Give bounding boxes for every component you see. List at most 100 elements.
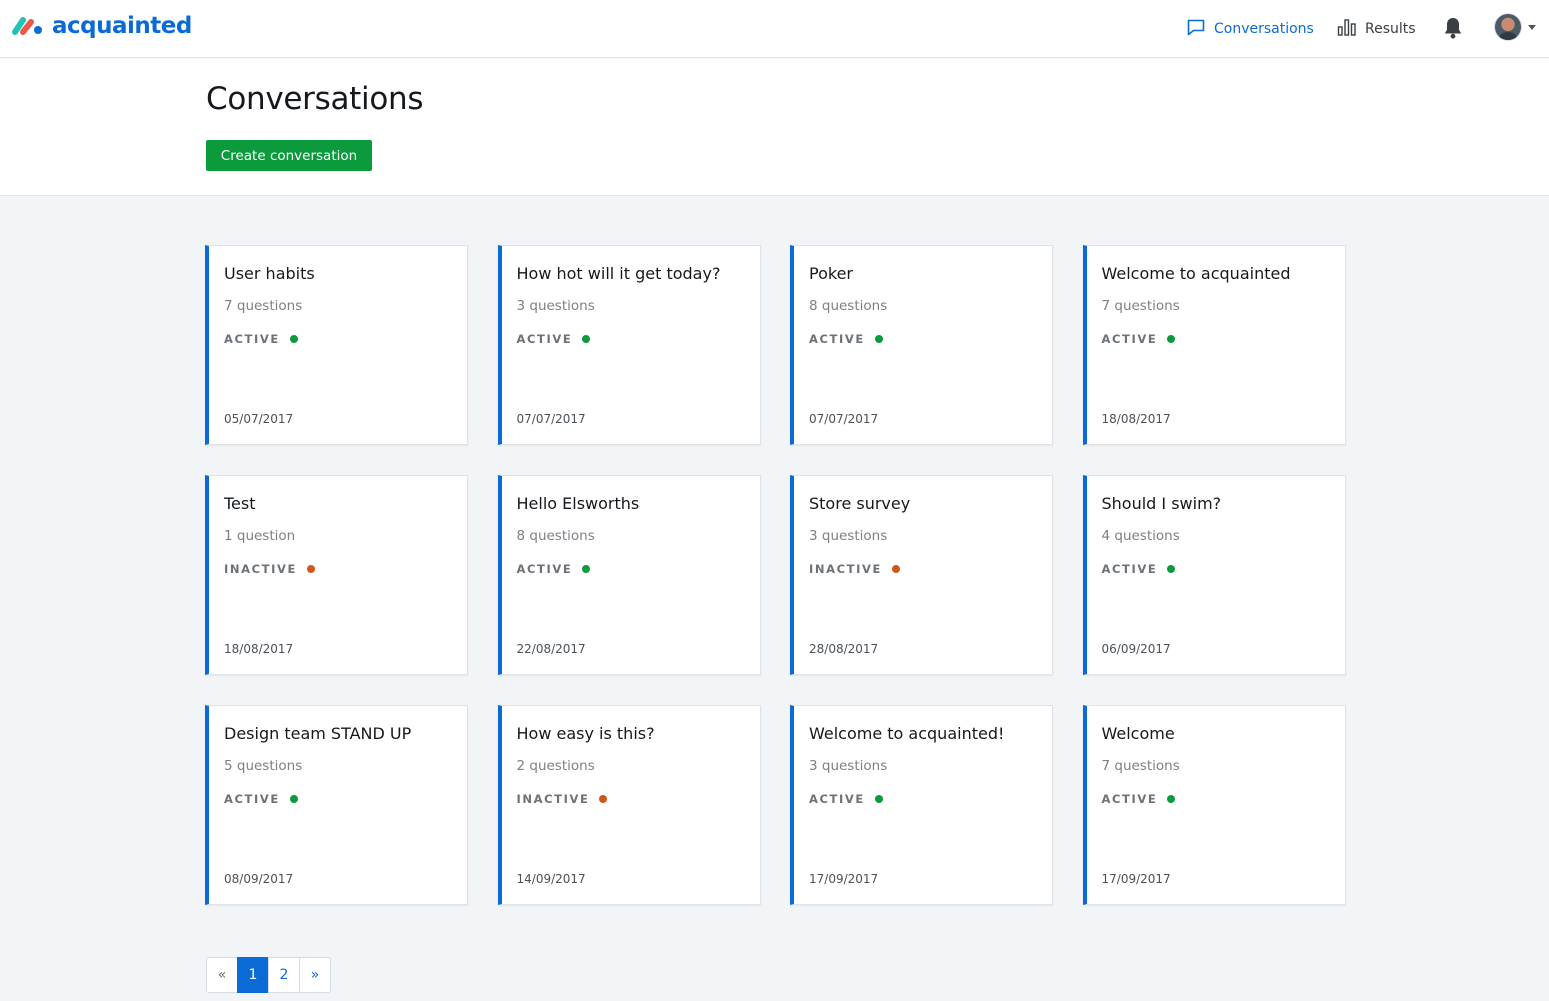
card-title: Welcome to acquainted [1101,264,1291,283]
status-dot-icon [289,335,298,343]
avatar [1494,13,1522,41]
card-date: 18/08/2017 [224,642,294,656]
conversation-card[interactable]: Store survey 3 questions INACTIVE 28/08/201… [790,475,1053,675]
status-dot-icon [582,565,591,573]
pagination-next-button[interactable]: » [299,957,331,993]
status-badge: ACTIVE [517,562,591,576]
card-question-count: 3 questions [516,298,595,314]
card-question-count: 2 questions [516,758,595,774]
nav-conversations[interactable]: Conversations [1186,17,1314,41]
card-date: 14/09/2017 [516,872,586,886]
card-date: 06/09/2017 [1101,642,1171,656]
status-label: INACTIVE [809,562,882,576]
status-label: INACTIVE [516,792,590,806]
status-badge: ACTIVE [517,332,591,346]
card-date: 07/07/2017 [516,412,586,426]
status-badge: INACTIVE [224,562,315,576]
status-badge: ACTIVE [809,792,883,806]
caret-down-icon [1528,24,1536,30]
status-label: INACTIVE [224,562,297,576]
conversation-card[interactable]: Welcome to acquainted 7 questions ACTIVE 18… [1082,245,1346,445]
status-dot-icon [874,795,883,803]
card-title: Test [224,494,256,513]
page-title: Conversations [206,81,424,117]
card-title: How hot will it get today? [516,264,721,283]
card-title: How easy is this? [516,724,655,743]
status-dot-icon [891,565,900,573]
status-badge: ACTIVE [809,332,883,346]
status-label: ACTIVE [1101,792,1158,806]
card-question-count: 7 questions [224,298,303,314]
status-dot-icon [874,335,883,343]
status-label: ACTIVE [224,792,280,806]
status-dot-icon [289,795,298,803]
card-title: Welcome to acquainted! [809,724,1005,743]
card-question-count: 8 questions [516,528,595,544]
card-date: 07/07/2017 [809,412,879,426]
logo-wordmark: acquainted [52,13,192,39]
card-title: Hello Elsworths [516,494,640,513]
card-date: 28/08/2017 [809,642,879,656]
conversation-card[interactable]: Poker 8 questions ACTIVE 07/07/2017 [790,245,1053,445]
status-label: ACTIVE [809,792,865,806]
status-badge: ACTIVE [1102,332,1176,346]
status-dot-icon [306,565,315,573]
status-badge: INACTIVE [809,562,900,576]
status-dot-icon [599,795,608,803]
create-conversation-button[interactable]: Create conversation [206,140,372,171]
status-badge: ACTIVE [1102,792,1176,806]
status-dot-icon [1167,335,1176,343]
status-label: ACTIVE [1101,562,1158,576]
conversation-card[interactable]: Test 1 question INACTIVE 18/08/2017 [205,475,468,675]
card-title: Design team STAND UP [224,724,412,743]
pagination: «1 2» [206,957,331,993]
nav-conversations-label: Conversations [1214,21,1314,37]
conversation-card[interactable]: Welcome 7 questions ACTIVE 17/09/2017 [1082,705,1346,905]
conversation-card[interactable]: How easy is this? 2 questions INACTIVE 14/0… [497,705,761,905]
status-label: ACTIVE [1101,332,1158,346]
card-question-count: 3 questions [809,528,888,544]
nav-results[interactable]: Results [1337,17,1416,41]
conversation-card[interactable]: User habits 7 questions ACTIVE 05/07/2017 [205,245,468,445]
status-label: ACTIVE [516,332,573,346]
card-question-count: 4 questions [1101,528,1180,544]
logo-mark-icon [10,14,46,38]
user-menu[interactable] [1494,13,1536,41]
status-label: ACTIVE [224,332,280,346]
pagination-page-1[interactable]: 1 [237,957,269,993]
status-dot-icon [1167,565,1176,573]
pagination-prev-button[interactable]: « [206,957,238,993]
card-date: 22/08/2017 [516,642,586,656]
conversation-card[interactable]: Should I swim? 4 questions ACTIVE 06/09/201… [1082,475,1346,675]
card-question-count: 5 questions [224,758,303,774]
bar-chart-icon [1337,17,1357,41]
status-label: ACTIVE [809,332,865,346]
conversation-card[interactable]: How hot will it get today? 3 questions ACT… [497,245,761,445]
conversation-card[interactable]: Welcome to acquainted! 3 questions ACTIVE 1… [790,705,1053,905]
status-badge: ACTIVE [224,792,298,806]
status-badge: ACTIVE [1102,562,1176,576]
card-title: Poker [809,264,853,283]
logo-link[interactable]: acquainted [10,10,192,42]
bell-icon[interactable] [1442,16,1464,40]
card-question-count: 1 question [224,528,296,544]
page-header: Conversations Create conversation [0,59,1549,196]
status-dot-icon [1167,795,1176,803]
card-title: User habits [224,264,315,283]
card-question-count: 7 questions [1101,758,1180,774]
status-badge: ACTIVE [224,332,298,346]
card-date: 08/09/2017 [224,872,294,886]
pagination-page-2[interactable]: 2 [268,957,300,993]
card-date: 17/09/2017 [1101,872,1171,886]
card-date: 05/07/2017 [224,412,294,426]
card-question-count: 8 questions [809,298,888,314]
conversation-grid: User habits 7 questions ACTIVE 05/07/2017 Ho… [205,245,1346,905]
card-title: Welcome [1101,724,1175,743]
conversation-card[interactable]: Design team STAND UP 5 questions ACTIVE 08/… [205,705,468,905]
card-question-count: 7 questions [1101,298,1180,314]
card-date: 18/08/2017 [1101,412,1171,426]
card-title: Store survey [809,494,911,513]
card-question-count: 3 questions [809,758,888,774]
conversation-card[interactable]: Hello Elsworths 8 questions ACTIVE 22/08/20… [497,475,761,675]
card-title: Should I swim? [1101,494,1222,513]
